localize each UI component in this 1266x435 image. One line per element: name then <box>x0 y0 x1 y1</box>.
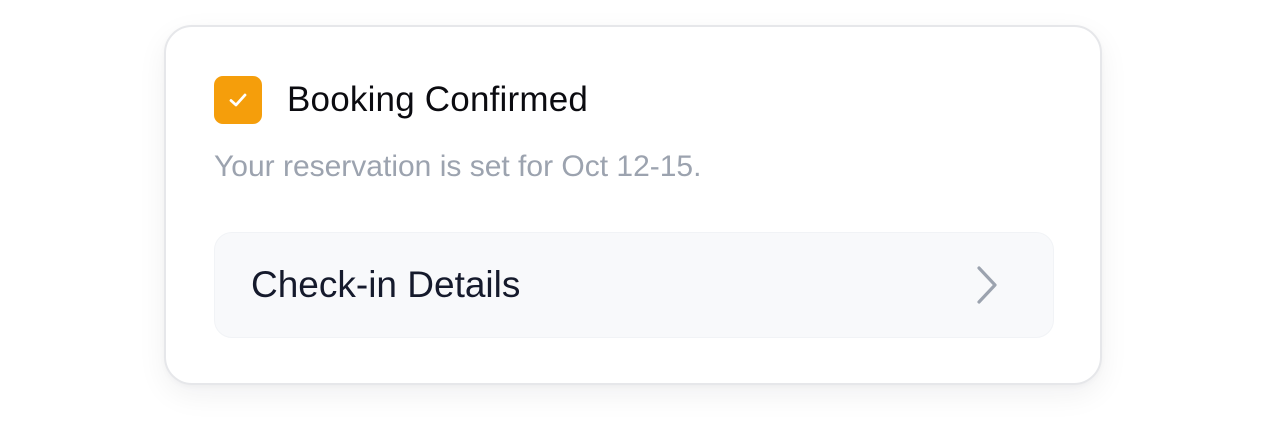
booking-confirmation-card: Booking Confirmed Your reservation is se… <box>164 25 1102 385</box>
check-in-details-button[interactable]: Check-in Details <box>214 232 1054 338</box>
check-in-details-label: Check-in Details <box>251 264 521 305</box>
page: Booking Confirmed Your reservation is se… <box>0 0 1266 435</box>
chevron-right-icon <box>973 263 1001 307</box>
card-header: Booking Confirmed <box>214 76 588 124</box>
card-title: Booking Confirmed <box>287 80 589 119</box>
reservation-dates-text: Your reservation is set for Oct 12-15. <box>214 150 702 183</box>
confirmed-checkbox[interactable] <box>214 76 262 124</box>
checkmark-icon <box>229 93 247 107</box>
